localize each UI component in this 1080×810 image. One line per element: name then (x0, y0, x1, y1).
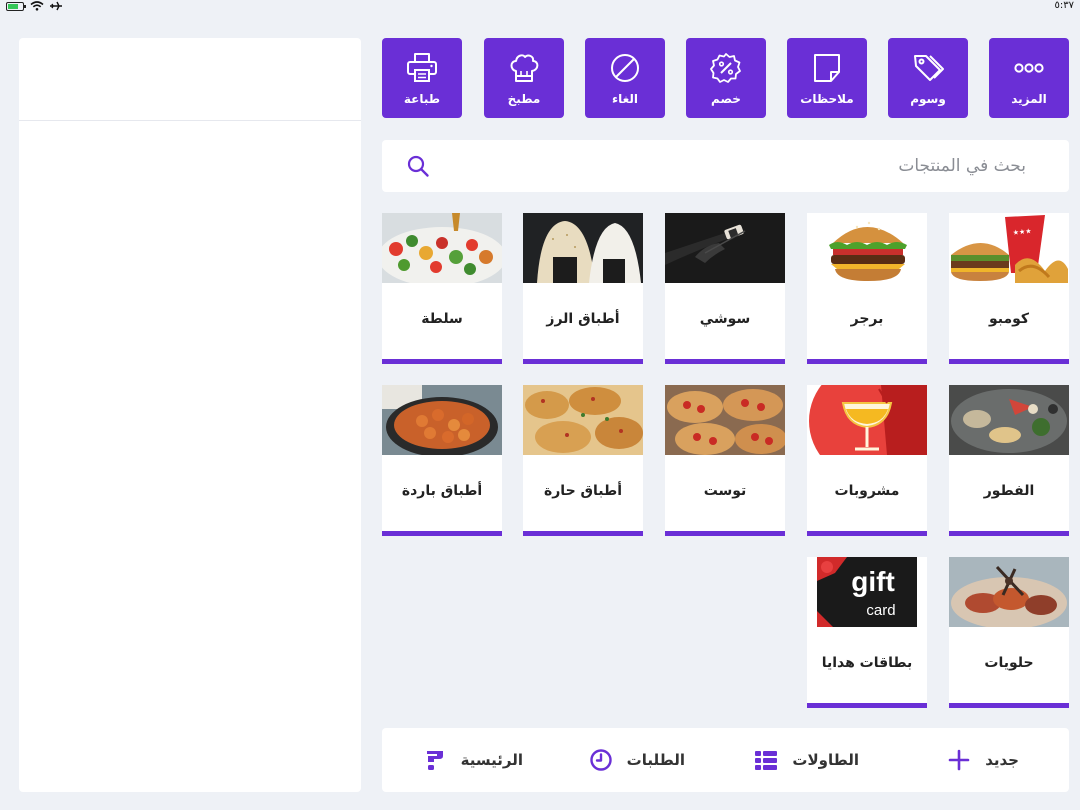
cancel-button-label: الغاء (611, 91, 639, 106)
more-button-label: المزيد (1011, 91, 1047, 106)
burger-image (807, 213, 927, 283)
battery-icon (6, 1, 26, 11)
plus-icon (948, 749, 970, 771)
hot-dishes-image (523, 385, 643, 455)
product-name: سوشي (699, 311, 751, 327)
wifi-icon (30, 1, 44, 11)
status-time: ٥:٣٧ (1054, 0, 1074, 11)
product-card-gift-cards[interactable]: gift card بطاقات هدايا (807, 557, 927, 708)
product-card-burger[interactable]: برجر (807, 213, 927, 364)
notes-button[interactable]: ملاحظات (787, 38, 867, 118)
cancel-icon (611, 53, 639, 82)
discount-button[interactable]: خصم (686, 38, 766, 118)
more-button[interactable]: المزيد (989, 38, 1069, 118)
tables-icon (755, 751, 778, 770)
product-name: حلويات (984, 655, 1034, 671)
nav-home[interactable]: الرئيسية (423, 728, 523, 792)
product-name: كومبو (988, 311, 1030, 327)
product-grid: ★★★ كومبو برجر سوشي أطباق الرز سلطة الفط… (382, 213, 1069, 708)
print-button-label: طباعة (403, 91, 441, 106)
gift-card-text: gift (851, 566, 895, 597)
product-card-salad[interactable]: سلطة (382, 213, 502, 364)
desserts-image (949, 557, 1069, 627)
product-card-breakfast[interactable]: الفطور (949, 385, 1069, 536)
bottom-nav: جديد الطاولات الطلبات الرئيسية (382, 728, 1069, 792)
nav-orders[interactable]: الطلبات (589, 728, 685, 792)
product-name: أطباق باردة (401, 483, 483, 499)
product-card-desserts[interactable]: حلويات (949, 557, 1069, 708)
product-card-drinks[interactable]: مشروبات (807, 385, 927, 536)
printer-icon (407, 52, 437, 82)
product-name: أطباق حارة (543, 483, 623, 499)
discount-icon (710, 52, 741, 83)
gift-card-subtext: card (866, 602, 895, 619)
cancel-button[interactable]: الغاء (585, 38, 665, 118)
product-name: برجر (850, 311, 884, 327)
sushi-image (665, 213, 785, 283)
nav-orders-label: الطلبات (626, 751, 685, 769)
product-card-toast[interactable]: توست (665, 385, 785, 536)
salad-image (382, 213, 502, 283)
product-card-hot-dishes[interactable]: أطباق حارة (523, 385, 643, 536)
kitchen-button-label: مطبخ (507, 91, 541, 106)
search-icon[interactable] (406, 154, 430, 178)
nav-new-label: جديد (985, 751, 1019, 769)
tags-button[interactable]: وسوم (888, 38, 968, 118)
product-search (382, 140, 1069, 192)
combo-meal-image: ★★★ (949, 213, 1069, 283)
product-name: سلطة (421, 311, 463, 327)
more-dots-icon (1014, 62, 1044, 73)
nav-new[interactable]: جديد (947, 728, 1019, 792)
gift-card-image: gift card (807, 557, 927, 627)
product-card-rice-dishes[interactable]: أطباق الرز (523, 213, 643, 364)
nav-tables-label: الطاولات (792, 751, 859, 769)
home-logo-icon (426, 751, 443, 770)
status-bar: ٥:٣٧ (0, 0, 1080, 14)
product-card-cold-dishes[interactable]: أطباق باردة (382, 385, 502, 536)
order-panel-divider (19, 120, 361, 121)
tags-icon (914, 54, 944, 81)
product-card-combo[interactable]: ★★★ كومبو (949, 213, 1069, 364)
tags-button-label: وسوم (910, 91, 946, 106)
rice-dishes-image (523, 213, 643, 283)
product-card-sushi[interactable]: سوشي (665, 213, 785, 364)
product-name: الفطور (983, 483, 1035, 499)
nav-home-label: الرئيسية (460, 751, 523, 769)
action-toolbar: المزيد وسوم ملاحظات خصم الغاء مطبخ طباعة (382, 38, 1069, 118)
clock-icon (589, 749, 612, 771)
order-panel (19, 38, 361, 792)
product-name: توست (703, 483, 747, 499)
cold-dishes-image (382, 385, 502, 455)
kitchen-button[interactable]: مطبخ (484, 38, 564, 118)
drinks-image (807, 385, 927, 455)
product-name: مشروبات (834, 483, 900, 499)
toast-image (665, 385, 785, 455)
chef-hat-icon (510, 53, 539, 82)
notes-button-label: ملاحظات (800, 91, 854, 106)
search-input[interactable] (442, 140, 1052, 192)
product-name: بطاقات هدايا (821, 655, 913, 671)
nav-tables[interactable]: الطاولات (754, 728, 859, 792)
discount-button-label: خصم (711, 91, 741, 106)
product-name: أطباق الرز (546, 311, 620, 327)
airplane-icon (50, 1, 62, 11)
breakfast-image (949, 385, 1069, 455)
print-button[interactable]: طباعة (382, 38, 462, 118)
note-icon (814, 53, 840, 82)
